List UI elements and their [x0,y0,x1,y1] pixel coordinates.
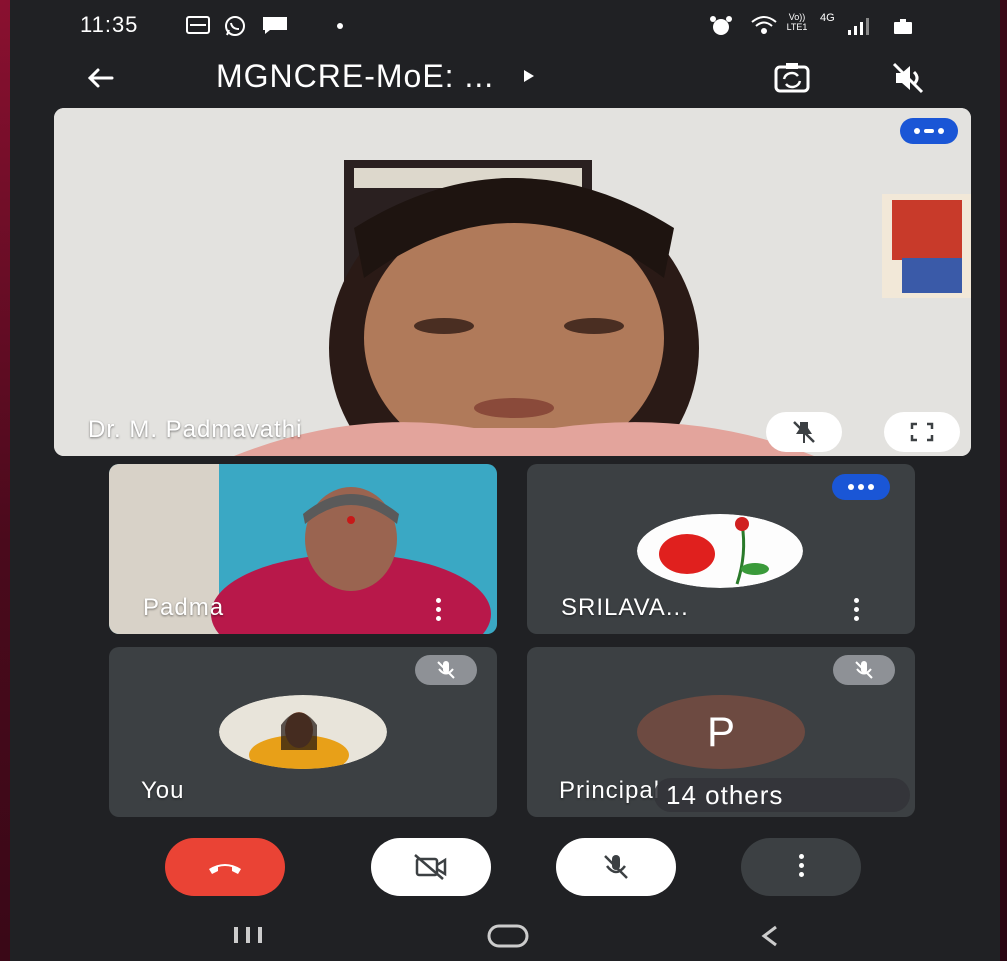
mic-off-icon [604,855,628,879]
gallery-icon [186,16,210,34]
4g-icon: 4G [820,12,835,24]
more-vert-icon[interactable] [434,598,442,624]
participant-name: Principal [559,777,661,804]
battery-icon [894,19,912,34]
fullscreen-button[interactable] [884,412,960,452]
call-end-icon [209,864,241,874]
fullscreen-icon [910,422,934,442]
status-bar: 11:35 Vo)) LTE1 4G [10,0,1000,48]
participant-name: You [141,777,185,804]
main-speaker-tile[interactable]: Dr. M. Padmavathi [54,108,971,456]
mic-toggle-button[interactable] [556,838,676,896]
others-count-button[interactable]: 14 others [654,778,910,812]
camera-toggle-button[interactable] [371,838,491,896]
mic-off-badge [415,655,477,685]
you-avatar [219,695,387,769]
dot-icon [337,23,343,29]
pin-off-button[interactable] [766,412,842,452]
switch-camera-icon[interactable] [770,58,814,98]
recent-apps-icon[interactable] [228,923,268,947]
meet-call-screen: 11:35 Vo)) LTE1 4G MGNCRE-MoE: ... Dr. M… [10,0,1000,961]
signal-icon [848,18,869,35]
more-vert-icon[interactable] [852,598,860,624]
participant-tile-padma[interactable]: Padma [109,464,497,634]
wifi-icon [751,16,777,34]
status-time: 11:35 [80,12,139,37]
meeting-title-button[interactable]: MGNCRE-MoE: ... [216,56,535,96]
speaker-off-icon[interactable] [886,58,930,98]
system-nav-bar [10,905,1000,961]
app-bar: MGNCRE-MoE: ... [10,48,1000,104]
main-speaker-name: Dr. M. Padmavathi [88,416,303,443]
speaking-indicator-icon [832,474,890,500]
alarm-icon [710,16,732,35]
participant-name: SRILAVA... [561,594,689,621]
participant-tile-you[interactable]: You [109,647,497,817]
meeting-title: MGNCRE-MoE: ... [216,57,495,94]
message-icon [263,17,287,34]
others-label: 14 others [666,779,784,810]
speaker-video [54,108,971,456]
videocam-off-icon [414,854,447,880]
whatsapp-icon [225,16,245,36]
end-call-button[interactable] [165,838,285,896]
pin-off-icon [793,421,815,443]
more-vert-icon [797,854,805,880]
mic-off-icon [437,661,455,679]
chevron-right-icon [524,70,535,82]
volte-icon: Vo)) LTE1 [786,12,808,32]
back-nav-icon[interactable] [758,923,782,949]
arrow-back-icon[interactable] [80,58,120,98]
speaking-indicator-icon [900,118,958,144]
principal-initial-avatar: P [637,695,805,769]
mic-off-icon [855,661,873,679]
home-icon[interactable] [486,923,530,949]
participant-name: Padma [143,594,225,621]
more-options-button[interactable] [741,838,861,896]
mic-off-badge [833,655,895,685]
rose-avatar [637,514,803,588]
participant-tile-srilava[interactable]: SRILAVA... [527,464,915,634]
